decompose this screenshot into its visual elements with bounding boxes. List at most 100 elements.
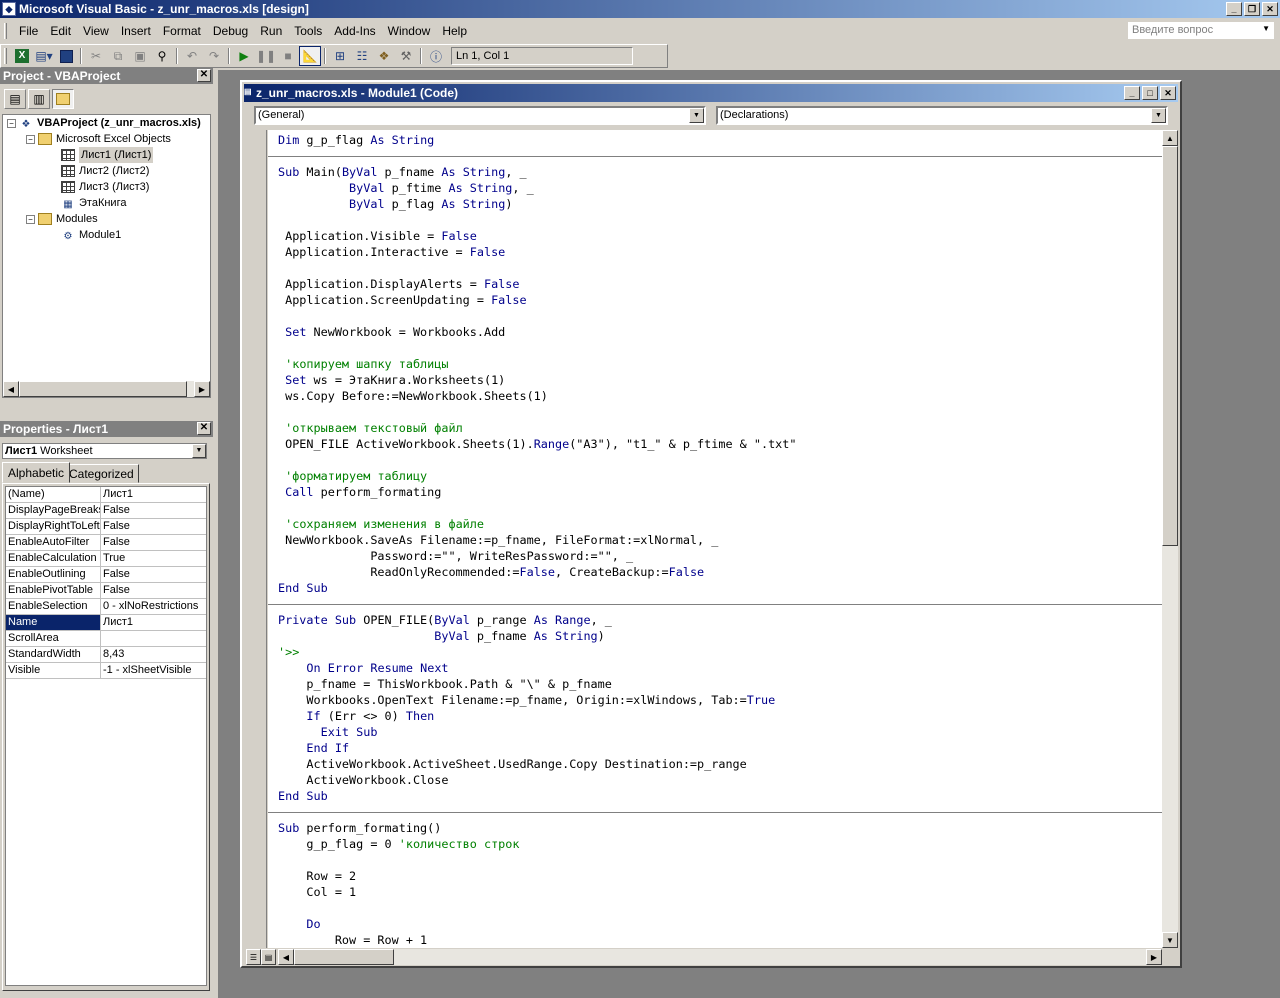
code-line[interactable]: Sub Main(ByVal p_fname As String, _ (278, 164, 1163, 180)
toolbox-icon[interactable]: ⚒ (395, 46, 417, 66)
property-row[interactable]: StandardWidth 8,43 (6, 647, 206, 663)
property-value[interactable]: False (101, 503, 206, 518)
tree-node-sheet2[interactable]: Лист2 (Лист2) (61, 163, 149, 179)
property-value[interactable]: 8,43 (101, 647, 206, 662)
code-line[interactable]: Application.ScreenUpdating = False (278, 292, 1163, 308)
menu-window[interactable]: Window (382, 22, 437, 40)
full-module-view-icon[interactable]: ▤ (261, 949, 276, 965)
properties-object-select[interactable]: Лист1 Worksheet ▼ (2, 443, 207, 459)
code-line[interactable] (268, 804, 1163, 820)
scroll-right-icon[interactable]: ▶ (1146, 949, 1162, 965)
restore-icon[interactable]: ❐ (1244, 2, 1260, 16)
scroll-left-icon[interactable]: ◀ (3, 381, 19, 397)
menu-format[interactable]: Format (157, 22, 207, 40)
maximize-icon[interactable]: □ (1142, 86, 1158, 100)
code-line[interactable]: Row = Row + 1 (278, 932, 1163, 948)
code-line[interactable] (268, 148, 1163, 164)
menubar-grip[interactable] (4, 23, 7, 39)
code-line[interactable]: ​ (278, 308, 1163, 324)
minimize-icon[interactable]: _ (1124, 86, 1140, 100)
object-combo[interactable]: (General) ▼ (254, 106, 706, 125)
property-value[interactable]: Лист1 (101, 615, 206, 630)
code-line[interactable]: ByVal p_ftime As String, _ (278, 180, 1163, 196)
tree-node-thisworkbook[interactable]: ▦ ЭтаКнига (61, 195, 126, 211)
code-line[interactable]: End Sub (278, 788, 1163, 804)
code-line[interactable]: Col = 1 (278, 884, 1163, 900)
procedure-combo[interactable]: (Declarations) ▼ (716, 106, 1168, 125)
minimize-icon[interactable]: _ (1226, 2, 1242, 16)
property-row[interactable]: EnableAutoFilter False (6, 535, 206, 551)
object-browser-icon[interactable]: ❖ (373, 46, 395, 66)
reset-icon[interactable]: ■ (277, 46, 299, 66)
tree-node-sheet1[interactable]: Лист1 (Лист1) (61, 147, 154, 163)
menu-tools[interactable]: Tools (288, 22, 328, 40)
code-line[interactable]: ​ (278, 500, 1163, 516)
code-line[interactable]: ByVal p_fname As String) (278, 628, 1163, 644)
collapse-icon[interactable]: − (26, 134, 35, 144)
property-row[interactable]: Name Лист1 (6, 615, 206, 631)
property-row[interactable]: EnableCalculation True (6, 551, 206, 567)
procedure-view-icon[interactable]: ☰ (246, 949, 261, 965)
chevron-down-icon[interactable]: ▼ (1262, 24, 1270, 37)
menu-view[interactable]: View (77, 22, 115, 40)
excel-view-icon[interactable]: X (11, 46, 33, 66)
property-row[interactable]: (Name) Лист1 (6, 487, 206, 503)
help-icon[interactable]: ⓘ (425, 46, 447, 66)
property-value[interactable]: True (101, 551, 206, 566)
menu-insert[interactable]: Insert (115, 22, 157, 40)
code-line[interactable]: Application.DisplayAlerts = False (278, 276, 1163, 292)
code-line[interactable]: ActiveWorkbook.ActiveSheet.UsedRange.Cop… (278, 756, 1163, 772)
code-line[interactable]: g_p_flag = 0 'количество строк (278, 836, 1163, 852)
code-line[interactable] (268, 596, 1163, 612)
cut-icon[interactable]: ✂ (85, 46, 107, 66)
code-vscroll[interactable]: ▲ ▼ (1162, 130, 1178, 948)
find-icon[interactable]: ⚲ (151, 46, 173, 66)
code-line[interactable]: Dim g_p_flag As String (278, 132, 1163, 148)
save-icon[interactable] (55, 46, 77, 66)
property-row[interactable]: ScrollArea (6, 631, 206, 647)
code-line[interactable]: Private Sub OPEN_FILE(ByVal p_range As R… (278, 612, 1163, 628)
paste-icon[interactable]: ▣ (129, 46, 151, 66)
code-line[interactable]: Application.Visible = False (278, 228, 1163, 244)
help-search-input[interactable]: Введите вопрос ▼ (1128, 22, 1274, 39)
code-line[interactable]: ​ (278, 212, 1163, 228)
code-line[interactable]: ReadOnlyRecommended:=False, CreateBackup… (278, 564, 1163, 580)
property-value[interactable]: False (101, 583, 206, 598)
tree-node-excel-objects[interactable]: − Microsoft Excel Objects (26, 131, 171, 147)
code-line[interactable]: ActiveWorkbook.Close (278, 772, 1163, 788)
code-line[interactable]: p_fname = ThisWorkbook.Path & "\" & p_fn… (278, 676, 1163, 692)
code-line[interactable]: Password:="", WriteResPassword:="", _ (278, 548, 1163, 564)
properties-window-icon[interactable]: ☷ (351, 46, 373, 66)
code-line[interactable]: Set ws = ЭтаКнига.Worksheets(1) (278, 372, 1163, 388)
tree-node-module1[interactable]: ⚙ Module1 (61, 227, 122, 243)
code-line[interactable]: Sub perform_formating() (278, 820, 1163, 836)
close-icon[interactable]: ✕ (1160, 86, 1176, 100)
chevron-down-icon[interactable]: ▼ (192, 444, 206, 458)
close-icon[interactable]: ✕ (1262, 2, 1278, 16)
break-icon[interactable]: ❚❚ (255, 46, 277, 66)
code-line[interactable]: ​ (278, 340, 1163, 356)
code-line[interactable]: 'копируем шапку таблицы (278, 356, 1163, 372)
vb-app-icon[interactable]: ◆ (2, 2, 16, 16)
code-line[interactable]: 'сохраняем изменения в файле (278, 516, 1163, 532)
property-value[interactable] (101, 631, 206, 646)
insert-module-icon[interactable]: ▤▾ (33, 46, 55, 66)
toggle-folders-icon[interactable] (52, 89, 74, 109)
code-editor[interactable]: Dim g_p_flag As String Sub Main(ByVal p_f… (268, 130, 1163, 948)
property-value[interactable]: False (101, 567, 206, 582)
code-line[interactable]: OPEN_FILE ActiveWorkbook.Sheets(1).Range… (278, 436, 1163, 452)
code-text[interactable]: Dim g_p_flag As String Sub Main(ByVal p_f… (268, 130, 1163, 948)
property-row[interactable]: Visible -1 - xlSheetVisible (6, 663, 206, 679)
code-line[interactable]: Set NewWorkbook = Workbooks.Add (278, 324, 1163, 340)
view-code-icon[interactable]: ▤ (4, 89, 26, 109)
run-icon[interactable]: ▶ (233, 46, 255, 66)
view-object-icon[interactable]: ▥ (28, 89, 50, 109)
property-value[interactable]: False (101, 519, 206, 534)
redo-icon[interactable]: ↷ (203, 46, 225, 66)
menu-file[interactable]: File (13, 22, 44, 40)
property-value[interactable]: -1 - xlSheetVisible (101, 663, 206, 678)
code-line[interactable]: ​ (278, 404, 1163, 420)
code-line[interactable]: Row = 2 (278, 868, 1163, 884)
property-row[interactable]: DisplayRightToLeft False (6, 519, 206, 535)
tree-node-sheet3[interactable]: Лист3 (Лист3) (61, 179, 149, 195)
